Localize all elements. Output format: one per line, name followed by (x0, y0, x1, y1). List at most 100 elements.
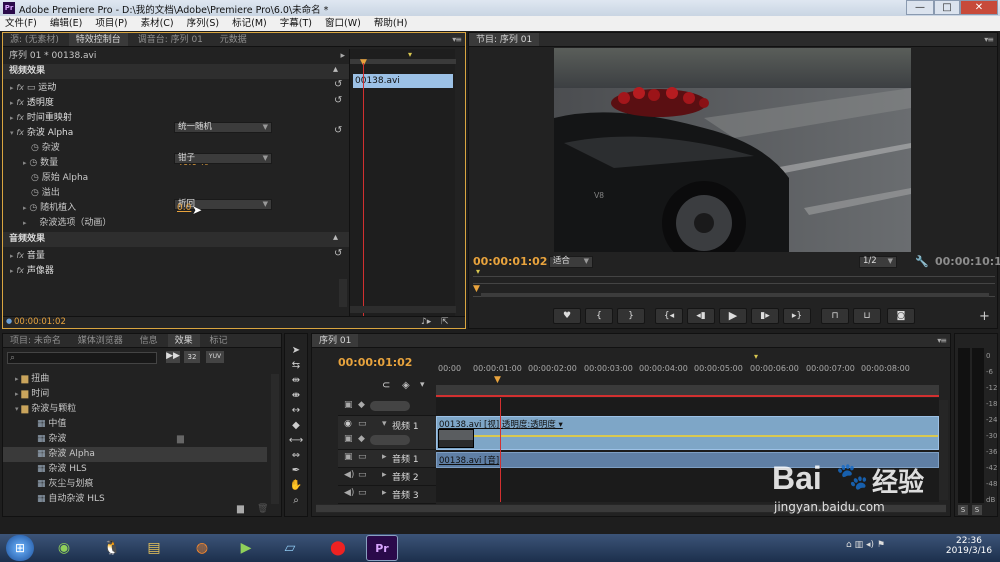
resolution-dropdown[interactable]: 1/2 ▼ (859, 256, 897, 268)
tab-sequence[interactable]: 序列 01 (312, 334, 359, 347)
new-bin-icon[interactable]: ▆ (237, 504, 244, 514)
extract-button[interactable]: ⊔ (853, 308, 881, 324)
solo-left-button[interactable]: S (958, 505, 968, 515)
panel-menu-icon[interactable]: ▾≡ (984, 35, 994, 44)
tab-audio-mixer[interactable]: 调音台: 序列 01 (131, 33, 210, 46)
step-back-button[interactable]: ◂▮ (687, 308, 715, 324)
track-keyframe-nav[interactable] (370, 401, 410, 411)
program-playhead-icon[interactable]: ▼ (473, 284, 480, 294)
mark-out-button[interactable]: } (617, 308, 645, 324)
sequence-marker-icon[interactable]: ◈ (402, 380, 410, 391)
noise-type-dropdown[interactable]: 统一随机 ▼ (174, 122, 272, 133)
panel-menu-icon[interactable]: ▾≡ (937, 336, 947, 345)
track-keyframe-nav[interactable] (370, 435, 410, 445)
go-to-in-button[interactable]: {◂ (655, 308, 683, 324)
tab-markers[interactable]: 标记 (202, 334, 234, 347)
collapse-icon[interactable]: ▾ (382, 419, 387, 429)
folder-noise-grain[interactable]: ▾ ▆ 杂波与颗粒 (3, 402, 271, 417)
expand-icon[interactable]: ▸ (382, 488, 387, 498)
step-forward-button[interactable]: ▮▸ (751, 308, 779, 324)
reset-volume-icon[interactable]: ↺ (334, 248, 342, 259)
stopwatch-icon[interactable]: ◷ (31, 188, 39, 198)
menu-file[interactable]: 文件(F) (0, 16, 42, 30)
reset-motion-icon[interactable]: ↺ (334, 79, 342, 90)
menu-project[interactable]: 项目(P) (90, 16, 132, 30)
lock-icon[interactable]: ▭ (358, 488, 367, 498)
effect-item[interactable]: ▦ 杂波 HLS (3, 462, 271, 477)
stopwatch-icon[interactable]: ◷ (29, 158, 37, 168)
effect-timecode[interactable]: 00:00:01:02 (14, 317, 66, 328)
original-alpha-dropdown[interactable]: 钳子 ▼ (174, 153, 272, 164)
stopwatch-icon[interactable]: ◷ (31, 173, 39, 183)
tab-effect-controls[interactable]: 特效控制台 (68, 33, 128, 46)
effect-volume[interactable]: ▸ fx 音量 (3, 248, 349, 263)
menu-edit[interactable]: 编辑(E) (45, 16, 87, 30)
timeline-ruler[interactable]: ▾ 00:00 00:00:01:00 00:00:02:00 00:00:03… (436, 348, 939, 398)
slip-icon[interactable]: ⟷ (288, 434, 304, 447)
pen-icon[interactable]: ✒ (288, 464, 304, 477)
notes-icon[interactable]: ▱ (274, 535, 306, 561)
tab-effects[interactable]: 效果 (167, 334, 200, 347)
delete-icon[interactable]: 🗑 (257, 504, 268, 514)
record-icon[interactable]: ⬤ (322, 535, 354, 561)
add-marker-button[interactable]: ♥ (553, 308, 581, 324)
tab-metadata[interactable]: 元数据 (213, 33, 254, 46)
close-button[interactable]: ✕ (960, 0, 998, 15)
effect-motion[interactable]: ▸ fx ▭ 运动 (3, 80, 349, 95)
selection-tool-icon[interactable]: ➤ (288, 344, 304, 357)
effect-item[interactable]: ▦ 自动杂波 HLS (3, 492, 271, 507)
expand-timeline-icon[interactable]: ▸ (340, 49, 345, 64)
tab-info[interactable]: 信息 (133, 334, 165, 347)
track-select-icon[interactable]: ⇆ (288, 359, 304, 372)
menu-window[interactable]: 窗口(W) (320, 16, 366, 30)
ripple-edit-icon[interactable]: ⇹ (288, 374, 304, 387)
program-mini-ruler[interactable]: ▾ (473, 267, 995, 277)
media-player-icon[interactable]: ▶ (230, 535, 262, 561)
yuv-badge[interactable]: YUV (206, 351, 224, 363)
stopwatch-icon[interactable]: ◷ (31, 143, 39, 153)
wrench-icon[interactable]: 🔧 (915, 255, 929, 268)
effect-item[interactable]: ▦ 灰尘与划痕 (3, 477, 271, 492)
effect-panner[interactable]: ▸ fx 声像器 (3, 263, 349, 278)
solo-right-button[interactable]: S (972, 505, 982, 515)
menu-title[interactable]: 字幕(T) (275, 16, 317, 30)
effect-opacity[interactable]: ▸ fx 透明度 (3, 95, 349, 110)
menu-sequence[interactable]: 序列(S) (182, 16, 224, 30)
32-bit-badge[interactable]: 32 (184, 351, 200, 363)
menu-help[interactable]: 帮助(H) (369, 16, 413, 30)
tab-project[interactable]: 项目: 未命名 (3, 334, 68, 347)
export-icon[interactable]: ⇱ (441, 317, 449, 327)
lock-icon[interactable]: ▭ (358, 419, 367, 429)
video-effects-menu-icon[interactable]: ▴ (333, 64, 338, 75)
menu-clip[interactable]: 素材(C) (136, 16, 179, 30)
reset-noise-alpha-icon[interactable]: ↺ (334, 125, 342, 136)
speaker-icon[interactable]: ▣ (344, 452, 353, 462)
folder-distort[interactable]: ▸ ▆ 扭曲 (3, 372, 271, 387)
firefox-icon[interactable]: ◍ (186, 535, 218, 561)
start-button[interactable]: ⊞ (6, 535, 34, 561)
lock-icon[interactable]: ▭ (358, 470, 367, 480)
effects-scrollbar[interactable] (271, 374, 279, 504)
play-button[interactable]: ▶ (719, 308, 747, 324)
360-browser-icon[interactable]: ◉ (48, 535, 80, 561)
qq-icon[interactable]: 🐧 (96, 535, 128, 561)
audio-effects-menu-icon[interactable]: ▴ (333, 232, 338, 243)
eye-icon[interactable]: ◉ (344, 419, 352, 429)
expand-icon[interactable]: ▸ (382, 452, 387, 462)
effect-mini-timeline[interactable]: ▾ ▼ 00138.avi (349, 49, 456, 319)
speaker-icon[interactable]: ◀) (344, 488, 354, 498)
properties-scrollbar[interactable] (339, 279, 347, 307)
menu-marker[interactable]: 标记(M) (227, 16, 272, 30)
clock[interactable]: 22:36 2019/3/16 (944, 536, 994, 556)
effect-item[interactable]: ▦ 中值 (3, 417, 271, 432)
rate-stretch-icon[interactable]: ↔ (288, 404, 304, 417)
audio-only-icon[interactable]: ♪▸ (421, 317, 431, 327)
slide-icon[interactable]: ⇔ (288, 449, 304, 462)
razor-icon[interactable]: ◆ (288, 419, 304, 432)
add-marker-icon[interactable]: ▾ (420, 380, 425, 390)
zoom-icon[interactable]: ⌕ (288, 494, 304, 507)
tab-media-browser[interactable]: 媒体浏览器 (71, 334, 130, 347)
stopwatch-icon[interactable]: ◷ (29, 203, 37, 213)
timeline-timecode[interactable]: 00:00:01:02 (338, 356, 412, 369)
mark-in-button[interactable]: { (585, 308, 613, 324)
